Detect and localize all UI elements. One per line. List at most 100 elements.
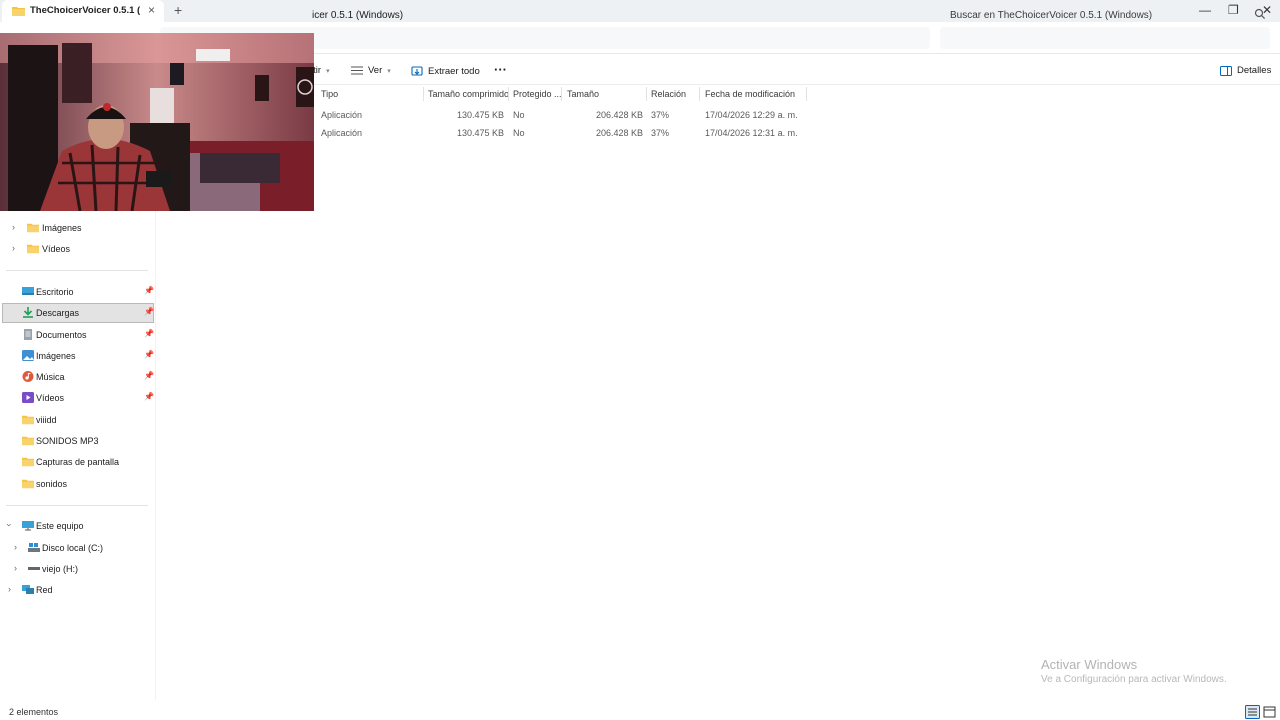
pin-icon[interactable]: 📌	[144, 371, 154, 380]
chevron-right-icon[interactable]: ›	[12, 222, 15, 232]
details-pane-icon	[1220, 65, 1232, 76]
column-header-protected[interactable]: Protegido ...	[513, 89, 562, 99]
status-item-count: 2 elementos	[9, 707, 59, 717]
maximize-button[interactable]: ❐	[1228, 3, 1239, 17]
sidebar-item-label: Música	[36, 372, 65, 382]
column-divider[interactable]	[423, 87, 424, 101]
network-icon	[22, 585, 34, 594]
chevron-right-icon[interactable]: ›	[14, 542, 17, 552]
cell-compressed-size: 130.475 KB	[456, 128, 504, 138]
sidebar-item-escritorio[interactable]: Escritorio 📌	[2, 282, 154, 302]
pin-icon[interactable]: 📌	[144, 392, 154, 401]
sidebar-item-label: Este equipo	[36, 521, 84, 531]
column-divider[interactable]	[646, 87, 647, 101]
sidebar-item-capturas[interactable]: Capturas de pantalla	[2, 452, 154, 472]
cell-type: Aplicación	[321, 128, 363, 138]
folder-icon	[22, 457, 34, 467]
sidebar-item-videos[interactable]: Vídeos 📌	[2, 388, 154, 408]
sidebar-item-este-equipo[interactable]: › Este equipo	[2, 516, 154, 536]
column-header-size[interactable]: Tamaño	[567, 89, 599, 99]
sidebar-item-label: Capturas de pantalla	[36, 457, 120, 467]
sidebar-divider[interactable]	[155, 210, 156, 700]
new-tab-button[interactable]: +	[174, 2, 182, 18]
minimize-button[interactable]: —	[1199, 3, 1211, 17]
drive-icon	[28, 543, 40, 552]
sidebar-item-descargas[interactable]: Descargas 📌	[2, 303, 154, 323]
sidebar-item-sonidos-mp3[interactable]: SONIDOS MP3	[2, 431, 154, 451]
view-button[interactable]: Ver ▾	[351, 65, 391, 76]
tab-title: TheChoicerVoicer 0.5.1 (Windows)	[30, 5, 140, 16]
sidebar-item-imagenes-lib[interactable]: › Imágenes	[2, 218, 154, 238]
activation-watermark-title: Activar Windows	[1041, 657, 1138, 672]
sidebar-item-label: Documentos	[36, 330, 87, 340]
folder-icon	[12, 7, 25, 16]
sidebar-item-label: viejo (H:)	[42, 564, 79, 574]
videos-icon	[22, 392, 34, 403]
details-view-icon[interactable]	[1245, 705, 1260, 719]
details-button[interactable]: Detalles	[1220, 65, 1271, 76]
activation-watermark-subtitle: Ve a Configuración para activar Windows.	[1041, 674, 1227, 685]
folder-icon	[22, 436, 34, 446]
pictures-icon	[22, 350, 34, 361]
pin-icon[interactable]: 📌	[144, 350, 154, 359]
sidebar-item-videos-lib[interactable]: › Vídeos	[2, 239, 154, 259]
close-tab-icon[interactable]: ×	[148, 3, 155, 17]
sidebar-item-label: Imágenes	[42, 223, 82, 233]
tiles-view-icon[interactable]	[1262, 705, 1277, 719]
pin-icon[interactable]: 📌	[144, 307, 154, 316]
sidebar-item-disco-c[interactable]: › Disco local (C:)	[2, 538, 154, 558]
sidebar-item-viejo-h[interactable]: › viejo (H:)	[2, 559, 154, 579]
drive-icon	[28, 567, 40, 570]
pin-icon[interactable]: 📌	[144, 329, 154, 338]
sidebar-item-label: viiidd	[36, 415, 57, 425]
column-divider[interactable]	[806, 87, 807, 101]
column-header-compressed-size[interactable]: Tamaño comprimido	[428, 89, 509, 99]
sidebar-item-red[interactable]: › Red	[2, 580, 154, 600]
document-icon	[24, 329, 32, 340]
sidebar-item-sonidos[interactable]: sonidos	[2, 474, 154, 494]
details-label: Detalles	[1237, 65, 1272, 76]
chevron-right-icon[interactable]: ›	[12, 243, 15, 253]
sidebar-item-label: Descargas	[36, 308, 80, 318]
column-divider[interactable]	[561, 87, 562, 101]
more-options-button[interactable]: ···	[494, 62, 507, 77]
sidebar-item-label: Vídeos	[42, 244, 71, 254]
view-label: Ver	[368, 65, 383, 76]
folder-icon	[22, 479, 34, 489]
sidebar-separator	[6, 270, 148, 271]
extract-all-button[interactable]: Extraer todo	[411, 65, 480, 77]
tab-active[interactable]: TheChoicerVoicer 0.5.1 (Windows) ×	[2, 0, 164, 22]
column-header-modified[interactable]: Fecha de modificación	[705, 89, 795, 99]
sidebar-item-label: Red	[36, 585, 53, 595]
sidebar-item-label: sonidos	[36, 479, 68, 489]
chevron-right-icon[interactable]: ›	[8, 584, 11, 594]
extract-icon	[411, 66, 423, 76]
pin-icon[interactable]: 📌	[144, 286, 154, 295]
column-header-type[interactable]: Tipo	[321, 89, 338, 99]
cell-modified: 17/04/2026 12:31 a. m.	[705, 128, 798, 138]
column-divider[interactable]	[699, 87, 700, 101]
sidebar-item-label: Vídeos	[36, 393, 65, 403]
cell-size: 206.428 KB	[595, 110, 643, 120]
folder-icon	[22, 415, 34, 425]
computer-icon	[22, 521, 34, 531]
sidebar-item-viiidd[interactable]: viiidd	[2, 410, 154, 430]
chevron-right-icon[interactable]: ›	[14, 563, 17, 573]
view-icon	[351, 66, 363, 75]
sidebar-item-documentos[interactable]: Documentos 📌	[2, 325, 154, 345]
column-divider[interactable]	[508, 87, 509, 101]
extract-label: Extraer todo	[428, 65, 480, 77]
cell-type: Aplicación	[321, 110, 363, 120]
sidebar-item-musica[interactable]: Música 📌	[2, 367, 154, 387]
cell-protected: No	[513, 110, 525, 120]
search-input[interactable]	[940, 27, 1270, 49]
music-icon	[22, 371, 34, 382]
chevron-down-icon: ▾	[387, 67, 391, 75]
address-path[interactable]: icer 0.5.1 (Windows)	[312, 10, 403, 21]
column-header-ratio[interactable]: Relación	[651, 89, 686, 99]
search-icon[interactable]	[1254, 8, 1266, 20]
desktop-icon	[22, 287, 34, 295]
cell-modified: 17/04/2026 12:29 a. m.	[705, 110, 798, 120]
chevron-down-icon[interactable]: ›	[5, 524, 15, 527]
sidebar-item-imagenes[interactable]: Imágenes 📌	[2, 346, 154, 366]
